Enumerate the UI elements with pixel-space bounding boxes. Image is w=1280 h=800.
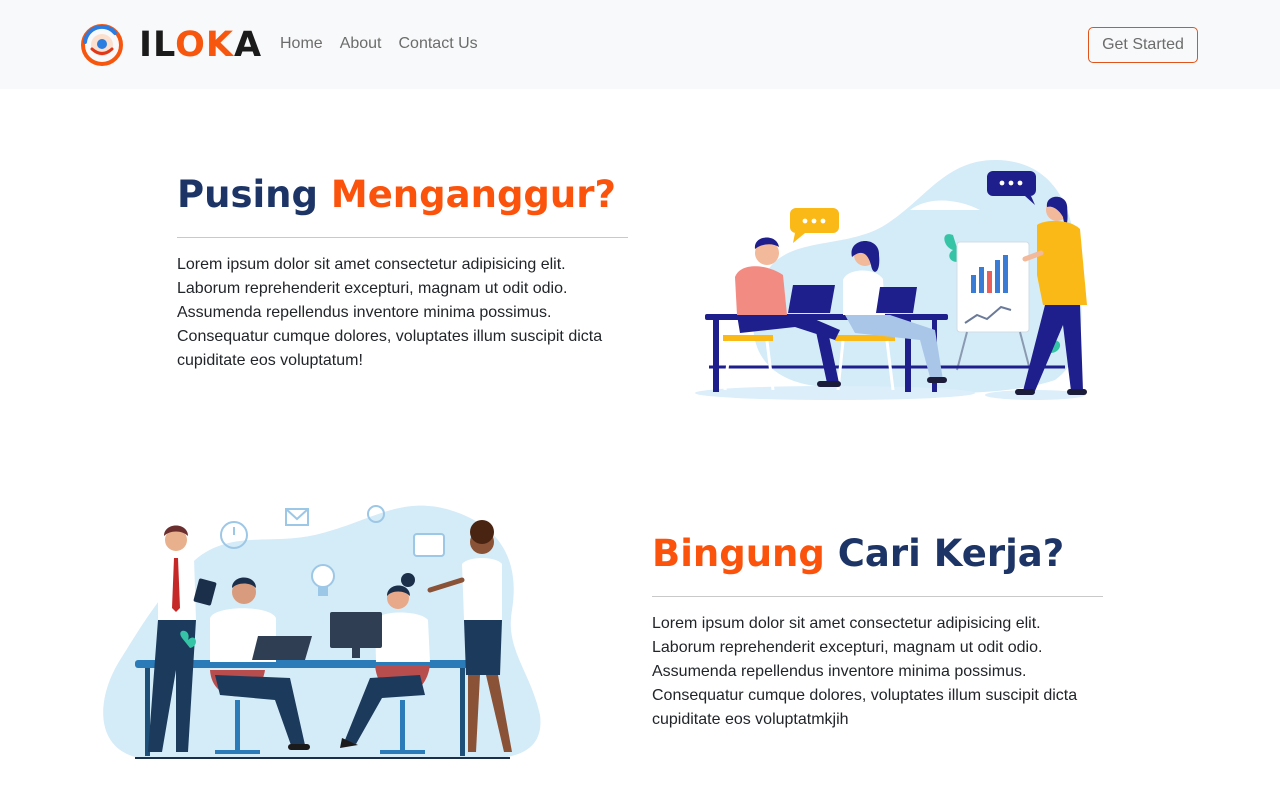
get-started-button[interactable]: Get Started bbox=[1088, 27, 1198, 63]
nav-link-about[interactable]: About bbox=[340, 33, 382, 55]
brand-name: ILOKA bbox=[139, 24, 262, 66]
navbar: ILOKA Home About Contact Us Get Started bbox=[0, 0, 1280, 89]
brand[interactable]: ILOKA bbox=[81, 24, 262, 66]
section1-title-part1: Pusing bbox=[177, 173, 318, 216]
section1-divider bbox=[177, 237, 628, 238]
brand-name-part3: A bbox=[233, 25, 263, 65]
brand-name-part1: IL bbox=[139, 25, 176, 65]
team-meeting-presentation-illustration bbox=[695, 160, 1087, 400]
office-coworking-illustration bbox=[103, 505, 541, 759]
section1-title-part2: Menganggur? bbox=[330, 173, 616, 216]
section2-body: Lorem ipsum dolor sit amet consectetur a… bbox=[652, 615, 1078, 728]
section1-body: Lorem ipsum dolor sit amet consectetur a… bbox=[177, 256, 603, 369]
brand-name-part2: OK bbox=[175, 25, 234, 65]
nav-link-contact-us[interactable]: Contact Us bbox=[399, 33, 478, 55]
section2-divider bbox=[652, 596, 1103, 597]
nav-link-home[interactable]: Home bbox=[280, 33, 323, 55]
section2-title-part1: Bingung bbox=[652, 532, 825, 575]
section1-title: Pusing Menganggur? bbox=[177, 172, 616, 218]
iloka-logo-icon bbox=[81, 24, 123, 66]
section2-title: Bingung Cari Kerja? bbox=[652, 531, 1064, 577]
section2-title-part2: Cari Kerja? bbox=[837, 532, 1065, 575]
nav-links: Home About Contact Us bbox=[280, 33, 478, 55]
